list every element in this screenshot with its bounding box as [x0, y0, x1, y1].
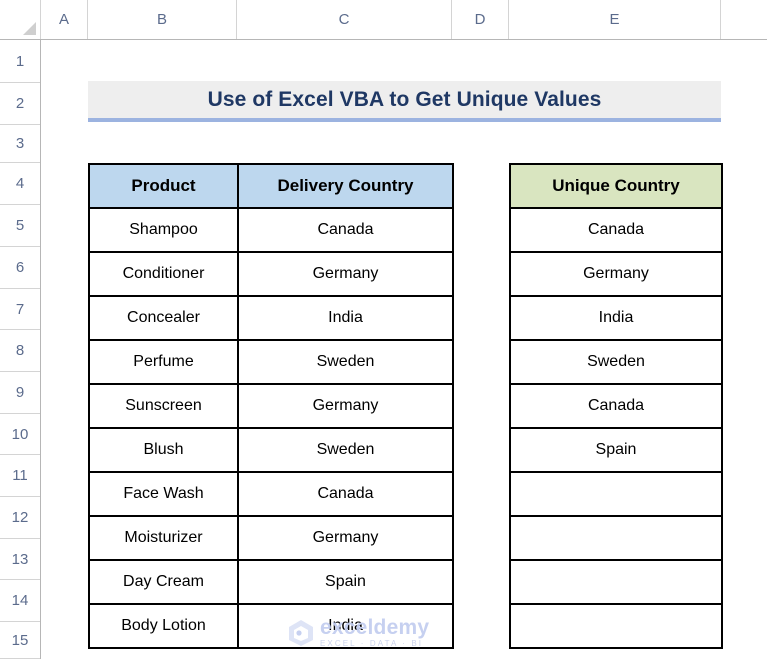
- column-header-c[interactable]: C: [237, 0, 452, 39]
- cell-delivery-country[interactable]: Sweden: [237, 339, 454, 385]
- table-row[interactable]: Blush Sweden: [88, 427, 454, 473]
- spreadsheet-sheet: A B C D E 1 2 3 4 5 6 7 8 9 10 11 12 13 …: [0, 0, 767, 659]
- cell-delivery-country[interactable]: India: [237, 295, 454, 341]
- cell-unique-country[interactable]: [509, 603, 723, 649]
- table-row[interactable]: Germany: [509, 251, 723, 297]
- column-header-strip: A B C D E: [0, 0, 767, 40]
- page-title: Use of Excel VBA to Get Unique Values: [207, 87, 602, 111]
- cell-delivery-country[interactable]: Germany: [237, 383, 454, 429]
- table-row[interactable]: [509, 471, 723, 517]
- cell-unique-country[interactable]: Germany: [509, 251, 723, 297]
- column-header-product: Product: [88, 163, 239, 209]
- cell-unique-country[interactable]: [509, 515, 723, 561]
- table-row[interactable]: Shampoo Canada: [88, 207, 454, 253]
- table-row[interactable]: Concealer India: [88, 295, 454, 341]
- cell-product[interactable]: Face Wash: [88, 471, 239, 517]
- column-header-delivery-country: Delivery Country: [237, 163, 454, 209]
- table-row[interactable]: Day Cream Spain: [88, 559, 454, 605]
- cell-product[interactable]: Body Lotion: [88, 603, 239, 649]
- table-row[interactable]: Spain: [509, 427, 723, 473]
- cell-product[interactable]: Sunscreen: [88, 383, 239, 429]
- table-row[interactable]: Moisturizer Germany: [88, 515, 454, 561]
- row-header-13[interactable]: 13: [0, 539, 40, 580]
- product-delivery-table: Product Delivery Country Shampoo Canada …: [88, 163, 454, 649]
- table-row[interactable]: Sweden: [509, 339, 723, 385]
- table-row[interactable]: [509, 515, 723, 561]
- column-header-e[interactable]: E: [509, 0, 721, 39]
- table-header-row: Product Delivery Country: [88, 163, 454, 209]
- title-banner: Use of Excel VBA to Get Unique Values: [88, 81, 721, 122]
- column-header-unique-country: Unique Country: [509, 163, 723, 209]
- cell-product[interactable]: Conditioner: [88, 251, 239, 297]
- table-header-row: Unique Country: [509, 163, 723, 209]
- cell-product[interactable]: Shampoo: [88, 207, 239, 253]
- cell-delivery-country[interactable]: Sweden: [237, 427, 454, 473]
- cell-unique-country[interactable]: Canada: [509, 207, 723, 253]
- row-header-12[interactable]: 12: [0, 497, 40, 539]
- row-header-11[interactable]: 11: [0, 455, 40, 497]
- table-row[interactable]: [509, 559, 723, 605]
- cell-unique-country[interactable]: [509, 559, 723, 605]
- cell-delivery-country[interactable]: Germany: [237, 251, 454, 297]
- cell-unique-country[interactable]: Spain: [509, 427, 723, 473]
- select-all-triangle-icon: [23, 22, 36, 35]
- cell-delivery-country[interactable]: India: [237, 603, 454, 649]
- row-header-1[interactable]: 1: [0, 40, 40, 83]
- row-header-4[interactable]: 4: [0, 163, 40, 205]
- table-row[interactable]: India: [509, 295, 723, 341]
- table-row[interactable]: Canada: [509, 383, 723, 429]
- select-all-corner-button[interactable]: [0, 0, 41, 39]
- row-header-8[interactable]: 8: [0, 330, 40, 372]
- cell-delivery-country[interactable]: Canada: [237, 207, 454, 253]
- table-row[interactable]: Sunscreen Germany: [88, 383, 454, 429]
- cell-unique-country[interactable]: Canada: [509, 383, 723, 429]
- table-row[interactable]: Conditioner Germany: [88, 251, 454, 297]
- table-row[interactable]: Body Lotion India: [88, 603, 454, 649]
- column-header-d[interactable]: D: [452, 0, 509, 39]
- column-header-a[interactable]: A: [41, 0, 88, 39]
- row-header-14[interactable]: 14: [0, 580, 40, 622]
- row-header-9[interactable]: 9: [0, 372, 40, 414]
- cell-product[interactable]: Moisturizer: [88, 515, 239, 561]
- cell-product[interactable]: Day Cream: [88, 559, 239, 605]
- table-row[interactable]: [509, 603, 723, 649]
- table-row[interactable]: Face Wash Canada: [88, 471, 454, 517]
- row-header-strip: 1 2 3 4 5 6 7 8 9 10 11 12 13 14 15: [0, 40, 41, 659]
- column-header-b[interactable]: B: [88, 0, 237, 39]
- row-header-15[interactable]: 15: [0, 622, 40, 659]
- cell-unique-country[interactable]: Sweden: [509, 339, 723, 385]
- cell-unique-country[interactable]: India: [509, 295, 723, 341]
- grid-area: Use of Excel VBA to Get Unique Values Pr…: [41, 40, 767, 659]
- cell-delivery-country[interactable]: Germany: [237, 515, 454, 561]
- cell-delivery-country[interactable]: Canada: [237, 471, 454, 517]
- cell-product[interactable]: Perfume: [88, 339, 239, 385]
- row-header-6[interactable]: 6: [0, 247, 40, 289]
- row-header-3[interactable]: 3: [0, 125, 40, 163]
- column-header-f[interactable]: [721, 0, 767, 39]
- cell-product[interactable]: Concealer: [88, 295, 239, 341]
- cell-product[interactable]: Blush: [88, 427, 239, 473]
- unique-country-table: Unique Country Canada Germany India Swed…: [509, 163, 723, 649]
- row-header-5[interactable]: 5: [0, 205, 40, 247]
- table-row[interactable]: Perfume Sweden: [88, 339, 454, 385]
- cell-unique-country[interactable]: [509, 471, 723, 517]
- row-header-10[interactable]: 10: [0, 414, 40, 455]
- row-header-2[interactable]: 2: [0, 83, 40, 125]
- table-row[interactable]: Canada: [509, 207, 723, 253]
- row-header-7[interactable]: 7: [0, 289, 40, 330]
- cell-delivery-country[interactable]: Spain: [237, 559, 454, 605]
